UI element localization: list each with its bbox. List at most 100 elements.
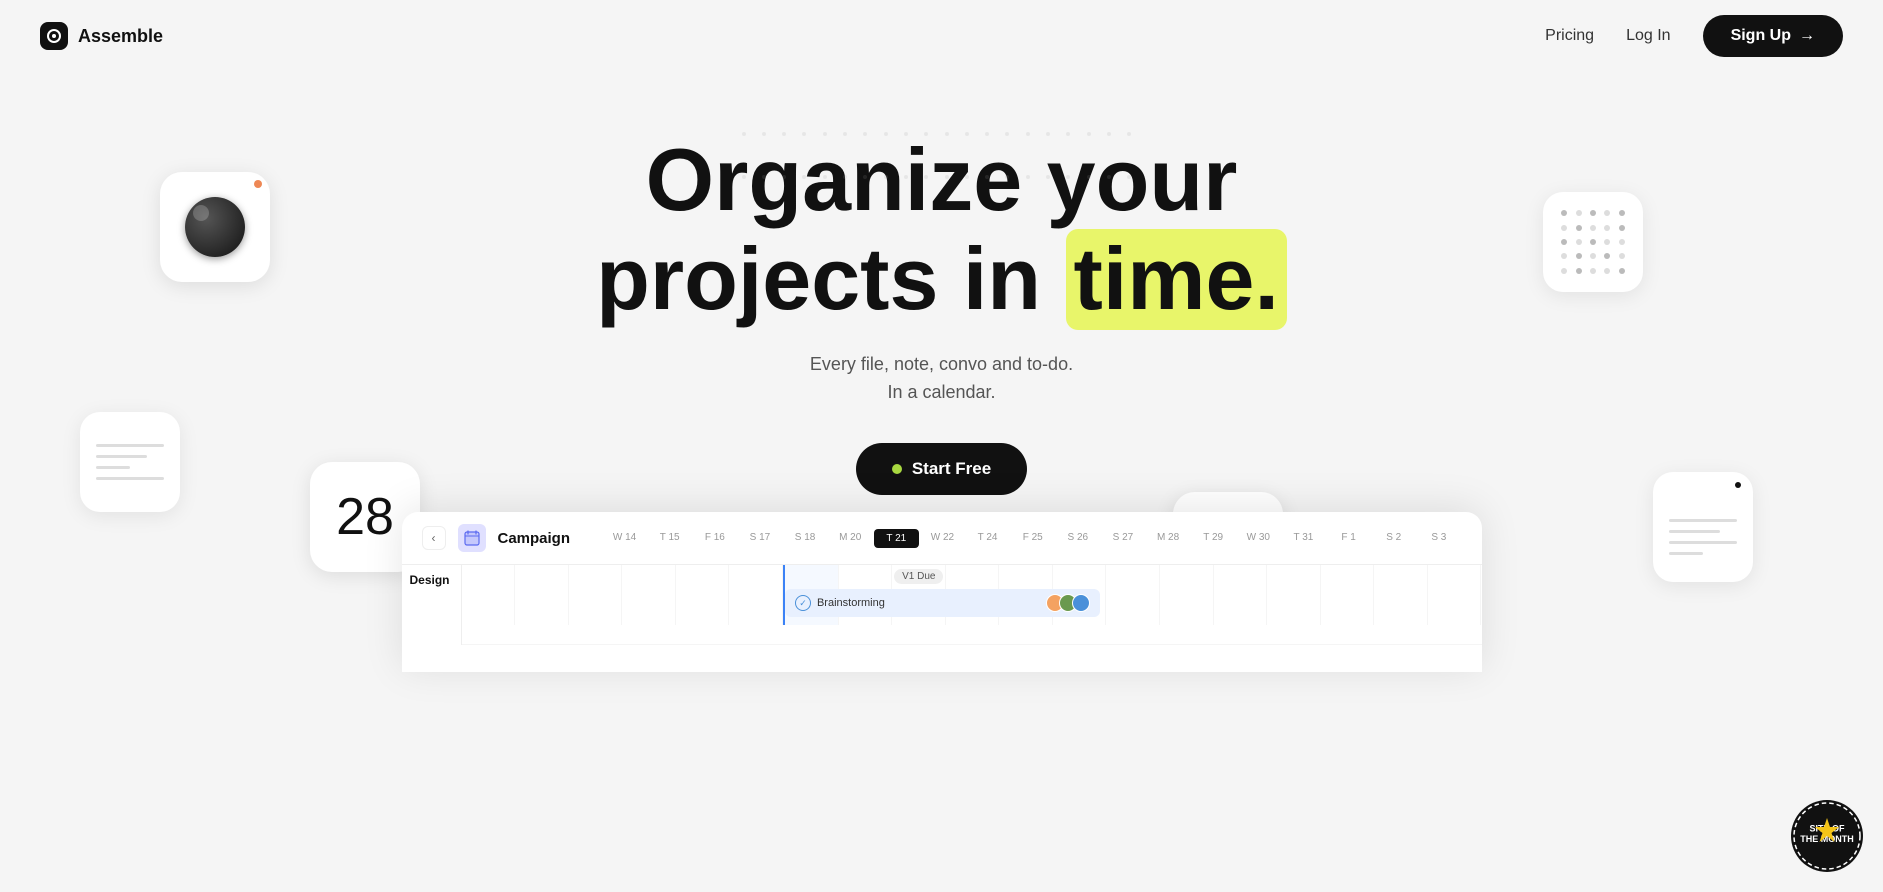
note-line: [96, 455, 147, 458]
calendar-col-header: S 2: [1371, 528, 1416, 549]
hero-subtitle-line1: Every file, note, convo and to-do.: [810, 354, 1073, 374]
calendar-col-header: T 31: [1281, 528, 1326, 549]
dot: [1604, 210, 1610, 216]
cta-label: Start Free: [912, 459, 991, 479]
avatar: [1072, 594, 1090, 612]
calendar-cell: [622, 565, 676, 625]
site-of-month-badge: SITE OF THE MONTH: [1791, 800, 1863, 872]
dot: [1576, 225, 1582, 231]
dot: [1604, 225, 1610, 231]
calendar-cell: [729, 565, 783, 625]
calendar-column-headers: W 14T 15F 16S 17S 18M 20T 21W 22T 24F 25…: [602, 528, 1461, 549]
nav-actions: Pricing Log In Sign Up →: [1545, 15, 1843, 57]
hero-subtitle-line2: In a calendar.: [887, 382, 995, 402]
dot: [1590, 253, 1596, 259]
calendar-rows: ✓ Brainstorming V1 Due: [462, 565, 1482, 645]
calendar-cell: [1214, 565, 1268, 625]
calendar-col-header: W 14: [602, 528, 647, 549]
camera-red-dot: [254, 180, 262, 188]
dot: [1619, 210, 1625, 216]
pricing-link[interactable]: Pricing: [1545, 27, 1594, 45]
calendar-preview: ‹ Campaign W 14T 15F 16S 17S 18M 20T 21W…: [402, 512, 1482, 672]
dot: [1576, 239, 1582, 245]
dot: [1590, 225, 1596, 231]
calendar-event-bar: ✓ Brainstorming: [785, 589, 1100, 617]
calendar-col-header: T 29: [1191, 528, 1236, 549]
dot: [1604, 239, 1610, 245]
dot: [1619, 268, 1625, 274]
badge-icon: SITE OF THE MONTH: [1791, 800, 1863, 872]
signup-arrow: →: [1799, 27, 1815, 45]
dot: [1561, 239, 1567, 245]
dot: [1561, 210, 1567, 216]
calendar-cell: [569, 565, 623, 625]
note-dot: [1735, 482, 1741, 488]
calendar-cell: [676, 565, 730, 625]
event-check-icon: ✓: [795, 595, 811, 611]
dot: [1561, 225, 1567, 231]
calendar-col-header: S 27: [1100, 528, 1145, 549]
calendar-col-header: T 24: [965, 528, 1010, 549]
calendar-col-header: T 15: [647, 528, 692, 549]
logo-icon: [40, 22, 68, 50]
note-line: [1669, 530, 1720, 533]
calendar-col-header: F 16: [692, 528, 737, 549]
navigation: Assemble Pricing Log In Sign Up →: [0, 0, 1883, 72]
dot: [1561, 253, 1567, 259]
event-avatars: [1051, 594, 1090, 612]
note-line: [1669, 552, 1703, 555]
signup-button[interactable]: Sign Up →: [1703, 15, 1843, 57]
calendar-cell: [1321, 565, 1375, 625]
calendar-col-header: T 21: [874, 529, 919, 548]
login-link[interactable]: Log In: [1626, 27, 1670, 45]
note-line: [1669, 541, 1737, 544]
event-label: Brainstorming: [817, 597, 885, 609]
hero-section: 28 Organize your projects in time. Every…: [0, 72, 1883, 672]
calendar-number: 28: [336, 487, 394, 547]
calendar-row-label: Design: [402, 565, 462, 645]
logo[interactable]: Assemble: [40, 22, 163, 50]
calendar-col-header: S 17: [737, 528, 782, 549]
widget-camera: [160, 172, 270, 282]
dot: [1619, 239, 1625, 245]
calendar-cell: [1428, 565, 1482, 625]
dot: [1576, 210, 1582, 216]
widget-note-left: [80, 412, 180, 512]
dot: [1561, 268, 1567, 274]
dot-grid-decoration: [742, 132, 1142, 212]
calendar-cell: [1106, 565, 1160, 625]
calendar-cell: [1374, 565, 1428, 625]
dot: [1576, 253, 1582, 259]
calendar-cell: [1160, 565, 1214, 625]
calendar-cell: [1267, 565, 1321, 625]
calendar-col-header: M 28: [1146, 528, 1191, 549]
widget-dots: [1543, 192, 1643, 292]
cta-start-free-button[interactable]: Start Free: [856, 443, 1027, 495]
dot: [1604, 253, 1610, 259]
calendar-col-header: W 22: [920, 528, 965, 549]
hero-title-highlight: time.: [1066, 229, 1287, 330]
calendar-title: Campaign: [498, 530, 571, 547]
note-line: [96, 477, 164, 480]
dot: [1619, 253, 1625, 259]
hero-title-before: projects in: [596, 229, 1065, 328]
calendar-col-header: S 18: [783, 528, 828, 549]
hero-title-line2: projects in time.: [596, 229, 1287, 328]
calendar-col-header: F 1: [1326, 528, 1371, 549]
dot: [1619, 225, 1625, 231]
note-line: [96, 466, 130, 469]
note-line: [1669, 519, 1737, 522]
dot: [1590, 210, 1596, 216]
calendar-col-header: S 26: [1055, 528, 1100, 549]
dot: [1576, 268, 1582, 274]
cta-dot-icon: [892, 464, 902, 474]
dot: [1590, 268, 1596, 274]
calendar-header: ‹ Campaign W 14T 15F 16S 17S 18M 20T 21W…: [402, 512, 1482, 565]
calendar-row: ✓ Brainstorming V1 Due: [462, 565, 1482, 645]
calendar-back-button[interactable]: ‹: [422, 526, 446, 550]
calendar-milestone: V1 Due: [894, 569, 943, 584]
widget-note-right: [1653, 472, 1753, 582]
hero-subtitle: Every file, note, convo and to-do. In a …: [810, 350, 1073, 408]
calendar-cell: ✓Brainstorming: [783, 565, 839, 625]
calendar-col-header: M 20: [828, 528, 873, 549]
